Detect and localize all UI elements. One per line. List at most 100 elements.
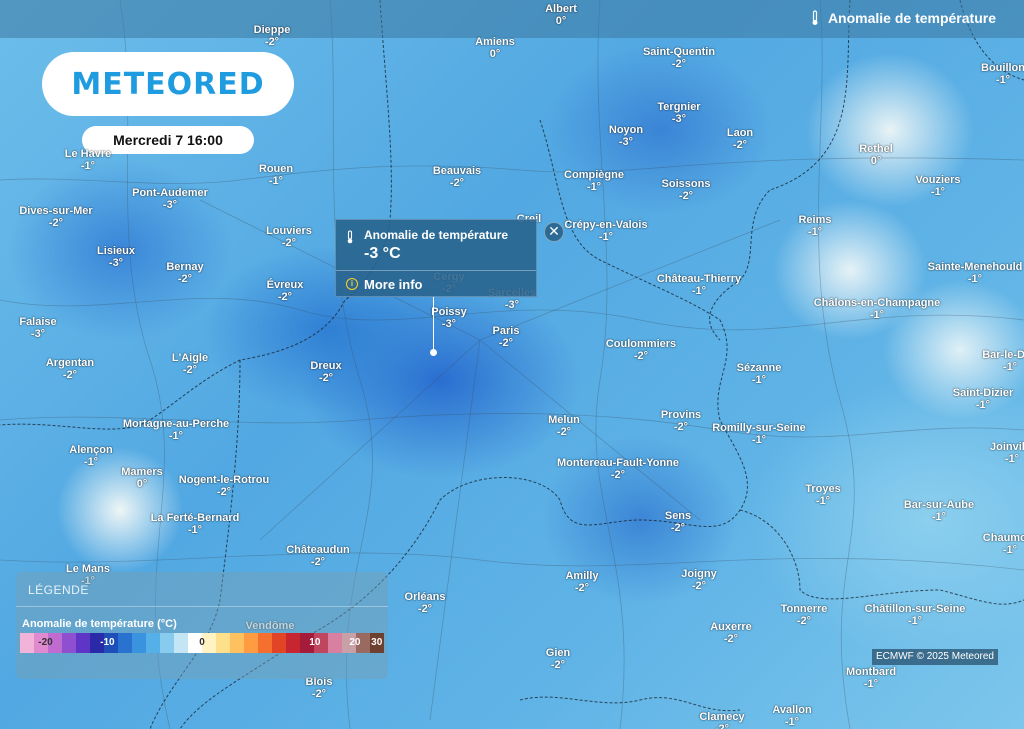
city-label[interactable]: Auxerre -2° xyxy=(710,621,752,645)
thermometer-icon xyxy=(347,230,353,244)
city-name: Romilly-sur-Seine xyxy=(712,422,806,434)
city-label[interactable]: Saint-Dizier -1° xyxy=(953,387,1014,411)
city-label[interactable]: Gien -2° xyxy=(546,647,570,671)
city-label[interactable]: Bernay -2° xyxy=(166,261,203,285)
city-label[interactable]: Montereau-Fault-Yonne -2° xyxy=(557,457,679,481)
city-label[interactable]: Soissons -2° xyxy=(662,178,711,202)
city-label[interactable]: Beauvais -2° xyxy=(433,165,481,189)
more-info-link[interactable]: More info xyxy=(364,277,423,292)
city-name: Mortagne-au-Perche xyxy=(122,418,230,430)
city-label[interactable]: Crépy-en-Valois -1° xyxy=(564,219,647,243)
city-label[interactable]: Blois -2° xyxy=(306,676,333,700)
city-name: Saint-Quentin xyxy=(642,46,716,58)
city-name: Poissy xyxy=(431,306,467,318)
city-label[interactable]: Louviers -2° xyxy=(266,225,312,249)
city-label[interactable]: Bar-le-Duc-1° xyxy=(982,349,1024,373)
layer-selector[interactable]: Anomalie de température xyxy=(810,10,996,26)
city-name: Louviers xyxy=(266,225,312,237)
city-anomaly-value: -1° xyxy=(967,273,983,285)
meteored-logo[interactable]: METEORED xyxy=(42,52,294,116)
city-name: Bar-sur-Aube xyxy=(903,499,975,511)
city-label[interactable]: Rouen -1° xyxy=(259,163,293,187)
city-label[interactable]: Chaumont-1° xyxy=(983,532,1024,556)
city-label[interactable]: Poissy -3° xyxy=(431,306,466,330)
city-label[interactable]: Avallon -1° xyxy=(772,704,811,728)
city-label[interactable]: Saint-Quentin -2° xyxy=(643,46,715,70)
city-label[interactable]: Sainte-Menehould -1° xyxy=(928,261,1023,285)
city-label[interactable]: Évreux -2° xyxy=(267,279,304,303)
city-label[interactable]: Dives-sur-Mer -2° xyxy=(19,205,92,229)
popup-divider xyxy=(336,270,536,271)
city-label[interactable]: Romilly-sur-Seine -1° xyxy=(712,422,806,446)
city-anomaly-value: -2° xyxy=(311,688,327,700)
city-name: Château-Thierry xyxy=(656,273,742,285)
city-anomaly-value: -2° xyxy=(633,350,649,362)
city-anomaly-value: -2° xyxy=(417,603,433,615)
city-label[interactable]: Tergnier -3° xyxy=(657,101,700,125)
city-name: Dieppe xyxy=(253,24,291,36)
city-label[interactable]: Le Havre -1° xyxy=(65,148,111,172)
city-label[interactable]: Troyes -1° xyxy=(805,483,840,507)
legend-title: LÉGENDE xyxy=(28,583,89,597)
city-label[interactable]: Coulommiers -2° xyxy=(606,338,676,362)
city-anomaly-value: -1° xyxy=(751,374,767,386)
city-label[interactable]: Dieppe -2° xyxy=(254,24,291,48)
city-label[interactable]: Dreux -2° xyxy=(310,360,341,384)
city-label[interactable]: Nogent-le-Rotrou -2° xyxy=(179,474,269,498)
city-name: Compiègne xyxy=(564,169,624,181)
city-label[interactable]: Joigny -2° xyxy=(681,568,716,592)
city-label[interactable]: Tonnerre -2° xyxy=(781,603,828,627)
legend-panel[interactable]: LÉGENDE Anomalie de température (°C) -20… xyxy=(16,572,388,679)
city-label[interactable]: Amiens 0° xyxy=(475,36,515,60)
city-label[interactable]: Laon -2° xyxy=(727,127,753,151)
marker-line xyxy=(433,297,434,352)
city-label[interactable]: Argentan -2° xyxy=(46,357,94,381)
city-label[interactable]: Mamers 0° xyxy=(121,466,163,490)
city-name: Le Havre xyxy=(64,148,112,160)
legend-tick-label: -20 xyxy=(38,637,53,648)
city-label[interactable]: Orléans -2° xyxy=(405,591,446,615)
city-label[interactable]: Noyon -3° xyxy=(609,124,643,148)
city-label[interactable]: Châlons-en-Champagne -1° xyxy=(814,297,941,321)
city-label[interactable]: Châtillon-sur-Seine -1° xyxy=(865,603,966,627)
city-label[interactable]: Sens -2° xyxy=(665,510,691,534)
city-label[interactable]: La Ferté-Bernard -1° xyxy=(151,512,240,536)
legend-tick-label: 30 xyxy=(371,637,383,648)
city-name: Pont-Audemer xyxy=(132,187,208,199)
city-label[interactable]: Albert 0° xyxy=(545,3,577,27)
city-label[interactable]: Provins -2° xyxy=(661,409,701,433)
city-name: Coulommiers xyxy=(605,338,677,350)
city-label[interactable]: Joinville-1° xyxy=(990,441,1024,465)
city-label[interactable]: Sézanne -1° xyxy=(737,362,782,386)
city-label[interactable]: Bar-sur-Aube -1° xyxy=(904,499,974,523)
city-label[interactable]: Clamecy -2° xyxy=(699,711,744,729)
city-name: Châteaudun xyxy=(286,544,350,556)
city-label[interactable]: Paris -2° xyxy=(493,325,520,349)
city-label[interactable]: L'Aigle -2° xyxy=(172,352,208,376)
city-label[interactable]: Bouillon -1° xyxy=(981,62,1024,86)
city-anomaly-value: -1° xyxy=(975,399,991,411)
city-name: Reims xyxy=(798,214,832,226)
city-label[interactable]: Montbard -1° xyxy=(846,666,896,690)
city-label[interactable]: Châteaudun -2° xyxy=(286,544,350,568)
city-label[interactable]: Melun -2° xyxy=(548,414,580,438)
city-name: Vouziers xyxy=(915,174,961,186)
city-label[interactable]: Pont-Audemer -3° xyxy=(132,187,208,211)
city-label[interactable]: Reims -1° xyxy=(798,214,831,238)
city-label[interactable]: Alençon -1° xyxy=(69,444,112,468)
city-label[interactable]: Vouziers -1° xyxy=(915,174,960,198)
city-name: Montereau-Fault-Yonne xyxy=(556,457,680,469)
city-anomaly-value: -2° xyxy=(673,421,689,433)
location-marker[interactable] xyxy=(430,349,437,356)
close-icon[interactable]: ✕ xyxy=(544,222,564,242)
credit-label: ECMWF © 2025 Meteored xyxy=(872,649,998,665)
city-label[interactable]: Compiègne -1° xyxy=(564,169,624,193)
city-label[interactable]: Falaise -3° xyxy=(19,316,56,340)
city-label[interactable]: Amilly -2° xyxy=(565,570,598,594)
city-anomaly-value: 0° xyxy=(870,155,882,167)
city-name: La Ferté-Bernard xyxy=(150,512,240,524)
city-label[interactable]: Mortagne-au-Perche -1° xyxy=(123,418,229,442)
city-label[interactable]: Lisieux -3° xyxy=(97,245,135,269)
city-label[interactable]: Rethel 0° xyxy=(859,143,893,167)
city-label[interactable]: Château-Thierry -1° xyxy=(657,273,741,297)
